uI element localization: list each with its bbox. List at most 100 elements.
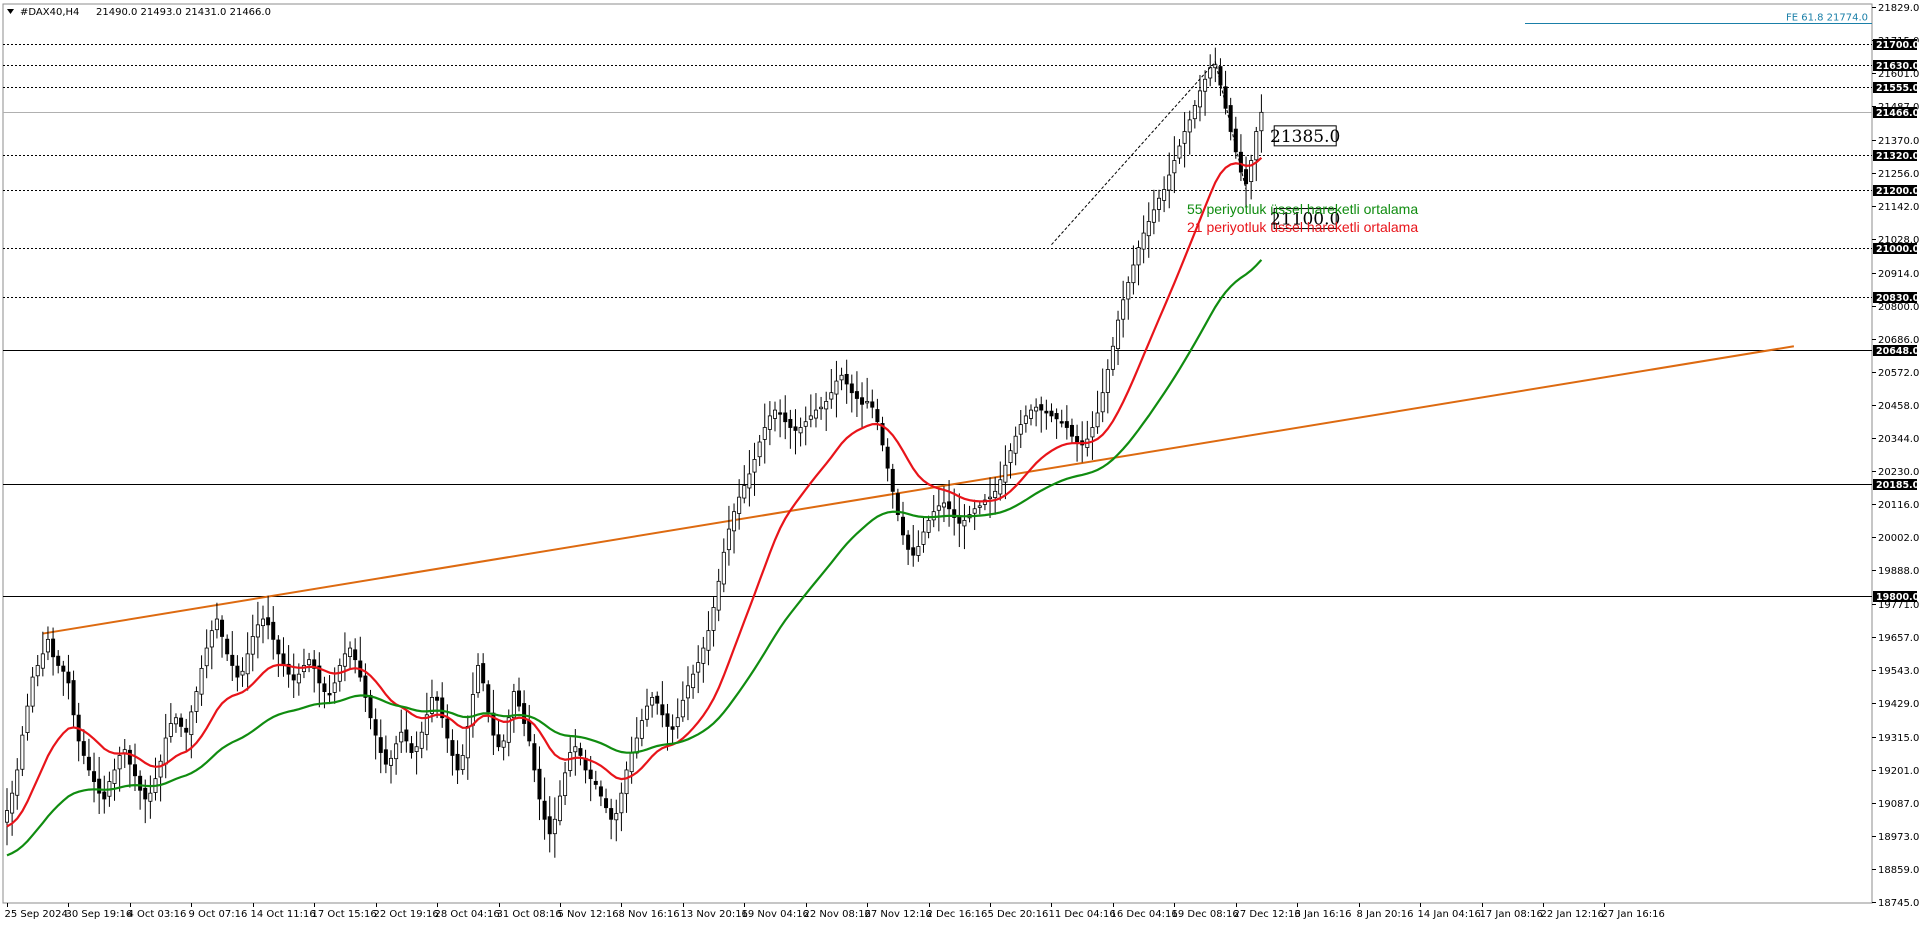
x-tick-label: 17 Oct 15:16 [312, 909, 377, 920]
y-tick-label: 21256.0 [1878, 169, 1919, 180]
candle-body [1141, 232, 1146, 250]
y-tick-label: 21370.0 [1878, 136, 1919, 147]
x-tick-label: 5 Nov 12:16 [558, 909, 619, 920]
candle-body [691, 673, 696, 689]
candle-body [435, 696, 440, 701]
candle-body [803, 421, 808, 427]
candle-body [675, 717, 680, 728]
candle-body [665, 713, 670, 727]
candle-body [885, 446, 890, 469]
candle-body [947, 501, 952, 510]
candle-body [870, 401, 875, 408]
candle-body [250, 636, 255, 655]
candle-body [1187, 119, 1192, 133]
candle-body [737, 496, 742, 514]
candle-body [839, 374, 844, 381]
candle-body [383, 749, 388, 765]
candle-body [1023, 415, 1028, 424]
candle-body [92, 771, 97, 782]
candle-body [10, 792, 15, 814]
candle-body [522, 703, 527, 724]
ohlc-label: 21490.0 21493.0 21431.0 21466.0 [96, 7, 271, 18]
level-price-label: 21000.0 [1876, 244, 1920, 255]
candle-body [1064, 421, 1069, 428]
candle-body [696, 662, 701, 673]
x-tick-label: 13 Nov 20:16 [681, 909, 748, 920]
candle-body [20, 734, 25, 770]
candle-body [1018, 424, 1023, 435]
candle-body [593, 780, 598, 785]
candle-body [1254, 131, 1259, 161]
x-tick-label: 31 Oct 08:16 [497, 909, 562, 920]
candle-body [988, 496, 993, 500]
candle-body [752, 459, 757, 473]
candle-body [537, 768, 542, 800]
candle-body [465, 726, 470, 759]
candle-body [906, 534, 911, 550]
candle-body [650, 697, 655, 706]
candle-body [332, 682, 337, 693]
x-tick-label: 2 Dec 16:16 [927, 909, 988, 920]
price-chart[interactable]: #DAX40,H4 21490.0 21493.0 21431.0 21466.… [0, 0, 1920, 927]
candle-body [563, 772, 568, 797]
level-price-label: 21200.0 [1876, 186, 1920, 197]
candle-body [209, 630, 214, 648]
candle-body [1157, 197, 1162, 210]
candle-body [875, 409, 880, 423]
candle-body [916, 546, 921, 556]
x-tick-label: 14 Jan 04:16 [1418, 909, 1481, 920]
candle-body [993, 490, 998, 499]
y-tick-label: 19888.0 [1878, 566, 1919, 577]
x-tick-label: 27 Nov 12:16 [865, 909, 932, 920]
candle-body [962, 519, 967, 527]
candle-body [235, 665, 240, 678]
candle-body [778, 412, 783, 415]
x-tick-label: 22 Oct 19:16 [374, 909, 439, 920]
candle-body [517, 690, 522, 707]
candle-body [184, 727, 189, 733]
candle-body [941, 502, 946, 508]
y-tick-label: 19657.0 [1878, 633, 1919, 644]
x-tick-label: 30 Sep 19:16 [66, 909, 133, 920]
candle-body [388, 757, 393, 766]
candle-body [711, 607, 716, 631]
candle-body [373, 719, 378, 736]
candle-body [511, 691, 516, 719]
candle-body [1167, 174, 1172, 191]
candle-body [1146, 221, 1151, 237]
legend-ema55: 55 periyotluk üssel hareketli ortalama [1187, 201, 1418, 217]
candle-body [890, 468, 895, 492]
candle-body [409, 743, 414, 753]
candle-body [1069, 424, 1074, 437]
x-tick-label: 27 Jan 16:16 [1602, 909, 1665, 920]
candle-body [798, 427, 803, 434]
x-tick-label: 9 Oct 07:16 [189, 909, 248, 920]
candle-body [322, 683, 327, 692]
candle-body [1039, 404, 1044, 411]
candle-body [117, 755, 122, 770]
candle-body [542, 800, 547, 820]
candle-body [1116, 319, 1121, 350]
y-tick-label: 18973.0 [1878, 832, 1919, 843]
candle-body [670, 726, 675, 730]
x-tick-label: 28 Oct 04:16 [435, 909, 500, 920]
y-tick-label: 20458.0 [1878, 401, 1919, 412]
candle-body [378, 737, 383, 753]
x-tick-label: 22 Jan 12:16 [1541, 909, 1604, 920]
y-tick-label: 19543.0 [1878, 666, 1919, 677]
candle-body [15, 769, 20, 796]
candle-body [742, 485, 747, 499]
candle-body [501, 740, 506, 748]
candle-body [45, 638, 50, 653]
x-tick-label: 3 Jan 16:16 [1295, 909, 1352, 920]
candle-body [173, 717, 178, 725]
y-tick-label: 21829.0 [1878, 3, 1919, 14]
candle-body [1095, 412, 1100, 428]
candle-body [716, 580, 721, 611]
candle-body [680, 699, 685, 718]
candle-body [291, 674, 296, 681]
candle-body [1136, 247, 1141, 266]
y-tick-label: 18745.0 [1878, 898, 1919, 909]
candle-body [1034, 406, 1039, 412]
candle-body [445, 718, 450, 739]
